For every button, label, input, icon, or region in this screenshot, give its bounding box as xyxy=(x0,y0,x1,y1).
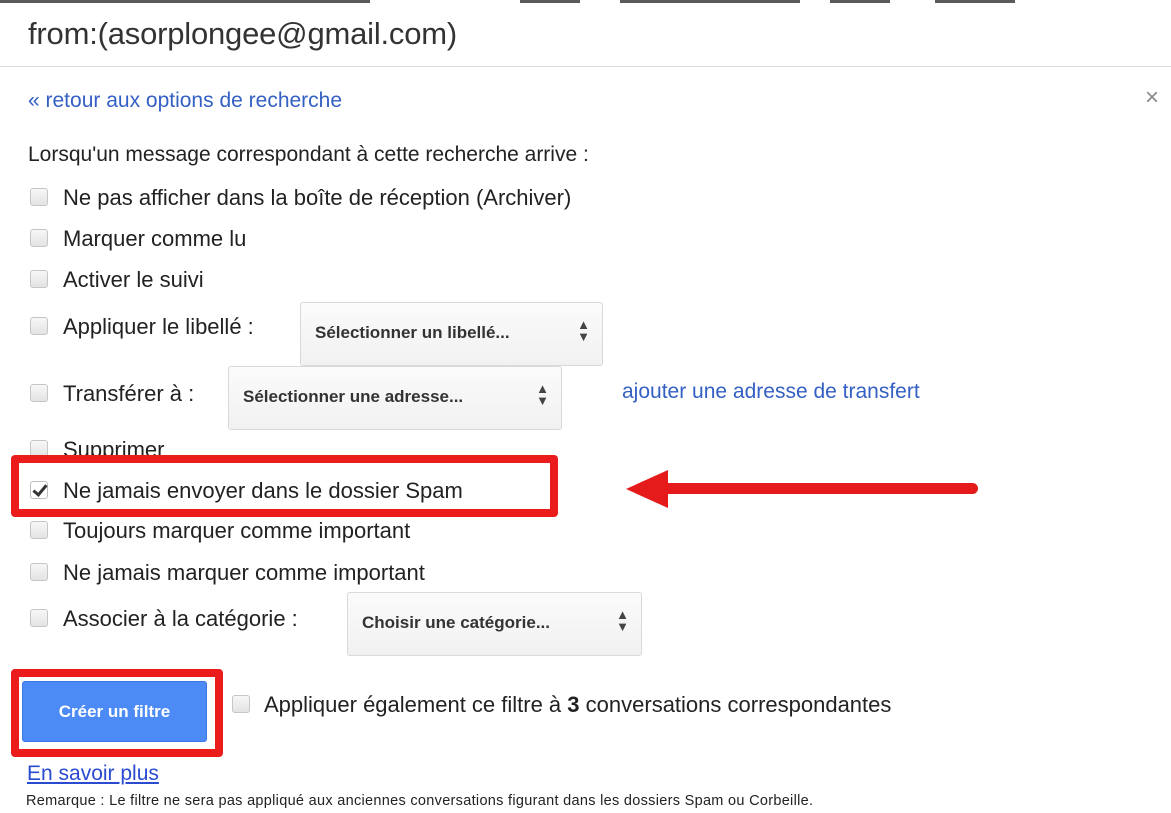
option-label: Activer le suivi xyxy=(63,267,204,292)
apply-existing-prefix: Appliquer également ce filtre à xyxy=(264,692,568,717)
option-label: Toujours marquer comme important xyxy=(63,518,411,543)
apply-existing-label: Appliquer également ce filtre à 3 conver… xyxy=(264,692,891,718)
create-filter-button[interactable]: Créer un filtre xyxy=(22,681,207,742)
apply-existing-count: 3 xyxy=(567,692,580,717)
filter-note: Remarque : Le filtre ne sera pas appliqu… xyxy=(26,793,814,809)
add-forwarding-address-link[interactable]: ajouter une adresse de transfert xyxy=(622,380,920,404)
red-arrow-annotation xyxy=(660,483,978,494)
red-arrow-head xyxy=(626,470,668,508)
learn-more-link[interactable]: En savoir plus xyxy=(27,762,159,786)
option-label: Transférer à : xyxy=(63,381,195,406)
star-checkbox[interactable] xyxy=(30,270,48,288)
divider xyxy=(0,66,1171,67)
always-important-checkbox[interactable] xyxy=(30,521,48,539)
never-important-checkbox[interactable] xyxy=(30,563,48,581)
option-label: Ne pas afficher dans la boîte de récepti… xyxy=(63,185,572,210)
option-label: Ne jamais marquer comme important xyxy=(63,560,425,585)
address-select-value: Sélectionner une adresse... xyxy=(243,387,464,406)
archive-checkbox[interactable] xyxy=(30,188,48,206)
category-select[interactable]: Choisir une catégorie... ▲ ▼ xyxy=(347,592,642,656)
apply-label-checkbox[interactable] xyxy=(30,317,48,335)
apply-existing-checkbox[interactable] xyxy=(232,695,250,713)
label-select[interactable]: Sélectionner un libellé... ▲ ▼ xyxy=(300,302,603,366)
annotation-highlight-never-spam xyxy=(11,455,558,517)
apply-existing-suffix: conversations correspondantes xyxy=(579,692,892,717)
category-select-value: Choisir une catégorie... xyxy=(362,613,550,632)
option-label: Associer à la catégorie : xyxy=(63,606,298,631)
option-label: Appliquer le libellé : xyxy=(63,314,254,339)
back-to-search-options-link[interactable]: « retour aux options de recherche xyxy=(28,89,342,113)
close-icon[interactable]: × xyxy=(1145,84,1159,112)
categorize-checkbox[interactable] xyxy=(30,609,48,627)
address-select[interactable]: Sélectionner une adresse... ▲ ▼ xyxy=(228,366,562,430)
mark-read-checkbox[interactable] xyxy=(30,229,48,247)
intro-text: Lorsqu'un message correspondant à cette … xyxy=(28,143,589,166)
search-query[interactable]: from:(asorplongee@gmail.com) xyxy=(28,16,457,52)
label-select-value: Sélectionner un libellé... xyxy=(315,323,510,342)
option-label: Marquer comme lu xyxy=(63,226,247,251)
forward-checkbox[interactable] xyxy=(30,384,48,402)
up-down-chevron-icon: ▲ ▼ xyxy=(616,607,629,634)
top-edge-line xyxy=(0,0,1171,5)
up-down-chevron-icon: ▲ ▼ xyxy=(536,381,549,408)
up-down-chevron-icon: ▲ ▼ xyxy=(577,317,590,344)
